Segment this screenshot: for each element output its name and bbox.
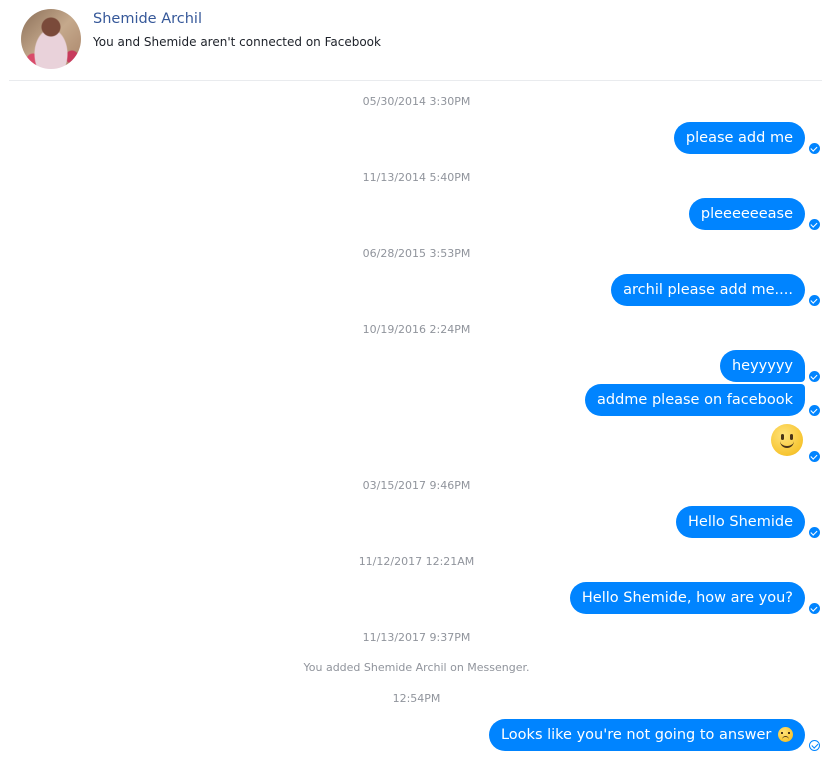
timestamp: 06/28/2015 3:53PM (362, 247, 471, 260)
conversation-header: Shemide Archil You and Shemide aren't co… (0, 0, 833, 81)
delivered-check-icon (809, 603, 820, 614)
delivered-check-icon (809, 143, 820, 154)
message-bubble[interactable]: archil please add me.... (611, 274, 805, 306)
delivered-check-icon (809, 405, 820, 416)
timestamp: 10/19/2016 2:24PM (362, 323, 471, 336)
avatar[interactable] (21, 9, 81, 69)
connection-status: You and Shemide aren't connected on Face… (93, 35, 381, 49)
disappointed-face-emoji (778, 727, 793, 742)
delivered-check-icon (809, 371, 820, 382)
delivered-check-icon (809, 219, 820, 230)
contact-added-notice: You added Shemide Archil on Messenger. (303, 661, 530, 674)
message-bubble[interactable]: pleeeeeease (688, 198, 805, 230)
delivered-check-icon (809, 451, 820, 462)
message-text: Looks like you're not going to answer (500, 727, 772, 743)
timestamp: 11/12/2017 12:21AM (358, 555, 475, 568)
timestamp: 11/13/2017 9:37PM (362, 631, 471, 644)
timestamp: 11/13/2014 5:40PM (362, 171, 471, 184)
message-bubble[interactable]: addme please on facebook (585, 384, 805, 416)
timestamp: 12:54PM (392, 692, 441, 705)
message-bubble[interactable]: Hello Shemide, how are you? (569, 582, 805, 614)
delivered-check-icon (809, 295, 820, 306)
message-bubble[interactable]: heyyyyy (719, 350, 805, 382)
message-bubble[interactable]: Looks like you're not going to answer (488, 719, 805, 751)
slightly-smiling-face-emoji[interactable] (771, 424, 803, 456)
header-divider (9, 80, 822, 81)
sent-check-icon (809, 740, 820, 751)
message-bubble[interactable]: please add me (673, 122, 805, 154)
message-bubble[interactable]: Hello Shemide (676, 506, 805, 538)
contact-name[interactable]: Shemide Archil (93, 11, 202, 27)
timestamp: 05/30/2014 3:30PM (362, 95, 471, 108)
delivered-check-icon (809, 527, 820, 538)
timestamp: 03/15/2017 9:46PM (362, 479, 471, 492)
